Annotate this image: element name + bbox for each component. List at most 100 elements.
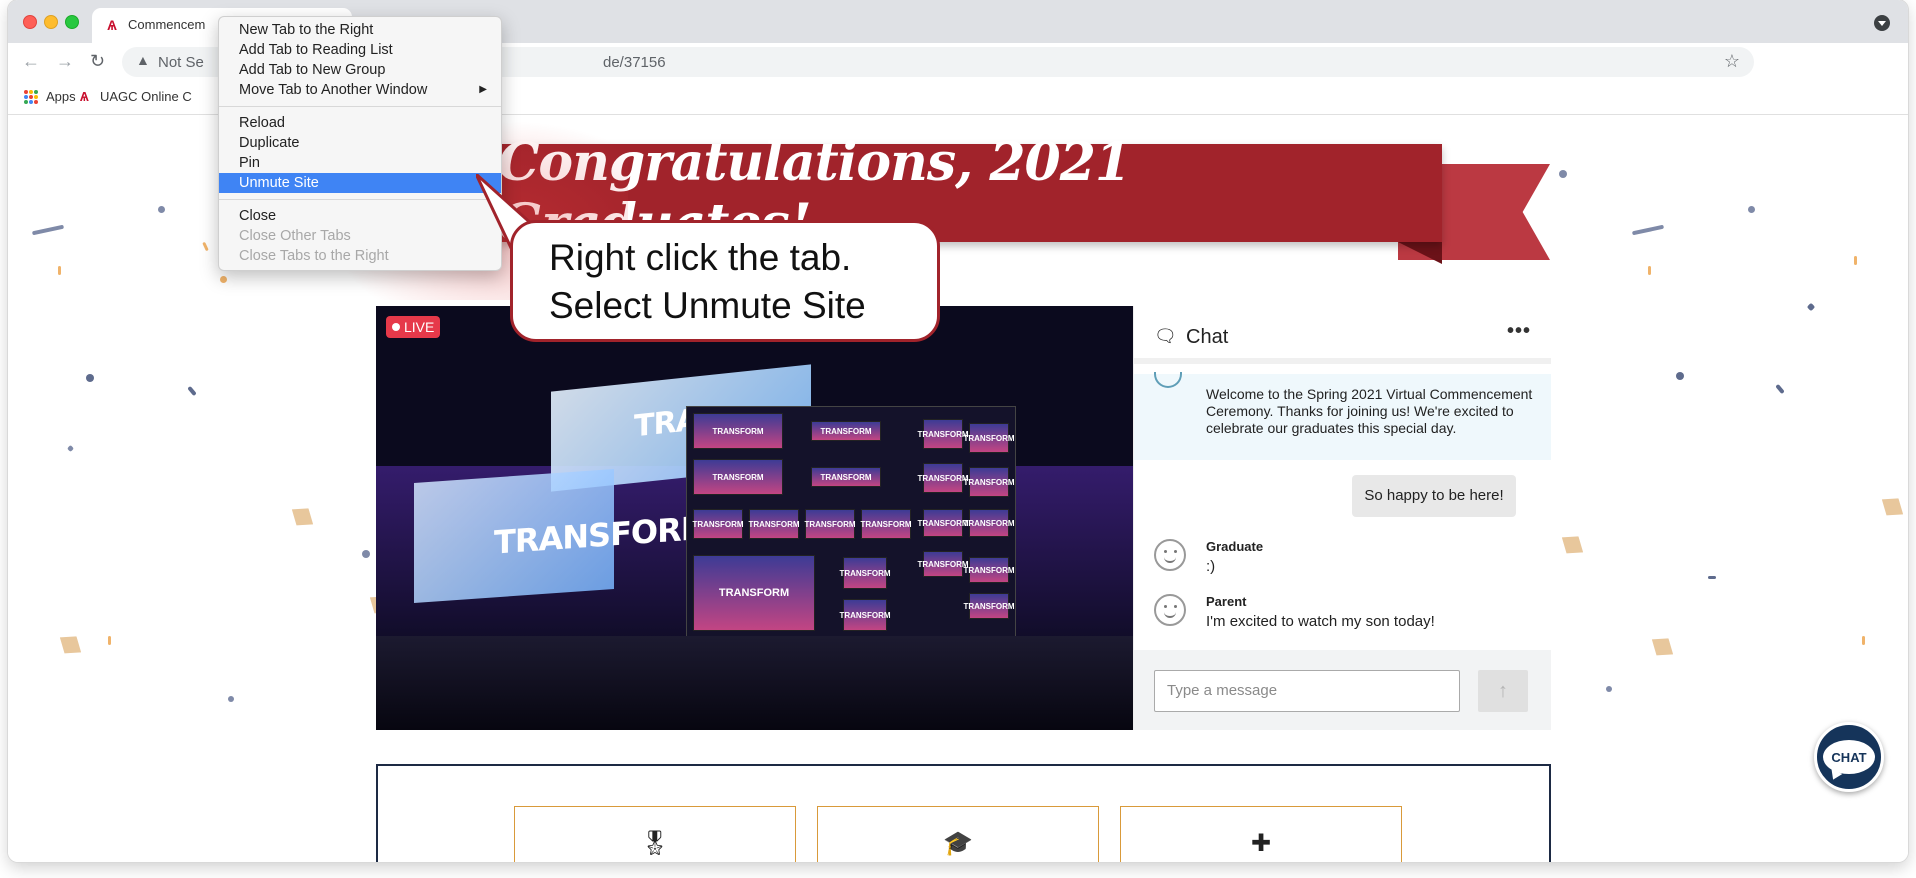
- callout-line-2: Select Unmute Site: [549, 285, 866, 326]
- send-arrow-icon[interactable]: ↑: [1478, 670, 1528, 712]
- menu-separator: [219, 106, 501, 107]
- graduation-cap-confetti-icon: [1873, 491, 1908, 527]
- message-text: I'm excited to watch my son today!: [1206, 613, 1435, 630]
- confetti-piece: [1648, 266, 1651, 275]
- system-welcome-message: Welcome to the Spring 2021 Virtual Comme…: [1134, 372, 1551, 460]
- system-message-text: Welcome to the Spring 2021 Virtual Comme…: [1206, 386, 1533, 436]
- menu-item-close[interactable]: Close: [219, 206, 501, 226]
- video-wall-tile: TRANSFORM: [917, 551, 969, 577]
- video-wall-tile: TRANSFORM: [693, 555, 815, 631]
- chat-more-options-icon[interactable]: •••: [1507, 320, 1531, 343]
- confetti-piece: [220, 276, 227, 283]
- graduation-cap-confetti-icon: [51, 629, 87, 665]
- menu-item-close-tabs-right: Close Tabs to the Right: [239, 248, 389, 264]
- my-message-bubble: So happy to be here!: [1352, 475, 1516, 517]
- menu-separator: [219, 199, 501, 200]
- chat-launcher-label: CHAT: [1823, 740, 1875, 774]
- video-wall-tile: TRANSFORM: [692, 509, 744, 539]
- live-label: LIVE: [404, 319, 435, 335]
- minimize-window-button[interactable]: [44, 15, 58, 29]
- graduation-cap-confetti-icon: [1553, 529, 1589, 565]
- confetti-piece: [1708, 576, 1716, 579]
- bookmark-apps[interactable]: Apps: [46, 89, 76, 104]
- video-wall-tile: TRANSFORM: [804, 509, 856, 539]
- livestream-video[interactable]: TRA TRANSFORM TRANSFORM TRANSFORM TRANSF…: [376, 306, 1133, 730]
- resource-card[interactable]: 🎖: [514, 806, 796, 862]
- chat-title: Chat: [1186, 326, 1229, 348]
- chat-bubble-icon: 🗨: [1154, 326, 1177, 346]
- bookmark-star-icon[interactable]: ☆: [1724, 51, 1740, 72]
- menu-item-add-reading-list[interactable]: Add Tab to Reading List: [219, 40, 501, 60]
- video-wall-tile: TRANSFORM: [811, 421, 881, 441]
- confetti-piece: [187, 385, 197, 397]
- user-avatar: [1154, 594, 1186, 626]
- video-wall-tile: TRANSFORM: [917, 509, 969, 537]
- video-wall-tile: TRANSFORM: [963, 557, 1015, 583]
- graduation-cap-confetti-icon: [1643, 631, 1679, 667]
- menu-item-new-tab-right[interactable]: New Tab to the Right: [219, 20, 501, 40]
- confetti-piece: [228, 696, 234, 702]
- video-wall-tile: TRANSFORM: [693, 459, 783, 495]
- video-wall-tile: TRANSFORM: [917, 463, 969, 493]
- uagc-bookmark-icon: Ѧ: [80, 89, 89, 104]
- confetti-piece: [31, 224, 65, 236]
- confetti-piece: [362, 550, 370, 558]
- video-wall-tile: TRANSFORM: [963, 467, 1015, 497]
- menu-item-unmute-site[interactable]: Unmute Site: [219, 173, 501, 193]
- system-avatar: [1154, 372, 1182, 388]
- confetti-piece: [1748, 206, 1755, 213]
- award-icon: 🎖: [639, 830, 671, 857]
- zoom-window-button[interactable]: [65, 15, 79, 29]
- menu-item-pin[interactable]: Pin: [219, 153, 501, 173]
- stage-floor: [376, 636, 1133, 730]
- user-avatar: [1154, 539, 1186, 571]
- close-window-button[interactable]: [23, 15, 37, 29]
- video-wall-tile: TRANSFORM: [748, 509, 800, 539]
- confetti-piece: [1806, 302, 1816, 312]
- chat-launcher-button[interactable]: CHAT: [1814, 722, 1884, 792]
- resources-section: 🎖 🎓 ✚: [376, 764, 1551, 862]
- video-wall-tile: TRANSFORM: [839, 599, 891, 631]
- chat-panel: 🗨 Chat ••• Welcome to the Spring 2021 Vi…: [1133, 306, 1551, 730]
- confetti-piece: [86, 374, 94, 382]
- video-wall-tile: TRANSFORM: [839, 557, 891, 589]
- confetti-piece: [108, 636, 111, 645]
- tab-context-menu: New Tab to the Right Add Tab to Reading …: [218, 16, 502, 271]
- video-wall-tile: TRANSFORM: [860, 509, 912, 539]
- chat-header: 🗨 Chat •••: [1134, 306, 1551, 364]
- tab-search-icon[interactable]: [1874, 15, 1890, 31]
- apps-grid-icon[interactable]: [24, 90, 38, 104]
- confetti-piece: [202, 241, 209, 252]
- plus-icon: ✚: [1250, 830, 1272, 857]
- chat-compose-area: Type a message ↑: [1134, 650, 1551, 730]
- message-input[interactable]: Type a message: [1154, 670, 1460, 712]
- graduation-cap-confetti-icon: [283, 501, 319, 537]
- message-author: Graduate: [1206, 539, 1264, 554]
- warning-triangle-icon[interactable]: ▲: [136, 52, 150, 68]
- forward-arrow-icon[interactable]: →: [56, 52, 74, 70]
- confetti-piece: [1862, 636, 1865, 645]
- security-label: Not Se: [158, 54, 204, 71]
- menu-item-duplicate[interactable]: Duplicate: [219, 133, 501, 153]
- tab-title: Commencem: [128, 17, 206, 32]
- back-arrow-icon[interactable]: ←: [22, 52, 40, 70]
- menu-item-move-tab[interactable]: Move Tab to Another Window ▶: [219, 80, 501, 100]
- confetti-piece: [1631, 224, 1665, 236]
- video-wall-tile: TRANSFORM: [963, 509, 1015, 537]
- menu-item-add-new-group[interactable]: Add Tab to New Group: [219, 60, 501, 80]
- address-url: de/37156: [603, 54, 666, 71]
- video-wall-tile: TRANSFORM: [811, 467, 881, 487]
- menu-item-reload[interactable]: Reload: [219, 113, 501, 133]
- bookmark-uagc[interactable]: UAGC Online C: [100, 89, 192, 104]
- reload-icon[interactable]: ↻: [90, 52, 105, 70]
- video-wall-tile: TRANSFORM: [917, 419, 969, 449]
- resource-card[interactable]: 🎓: [817, 806, 1099, 862]
- video-wall-tile: TRANSFORM: [963, 593, 1015, 619]
- confetti-piece: [58, 266, 61, 275]
- resource-card[interactable]: ✚: [1120, 806, 1402, 862]
- confetti-piece: [66, 444, 75, 453]
- confetti-piece: [158, 206, 165, 213]
- uagc-favicon-icon: Ѧ: [107, 17, 117, 33]
- video-wall-tile: TRANSFORM: [963, 423, 1015, 453]
- message-author: Parent: [1206, 594, 1247, 609]
